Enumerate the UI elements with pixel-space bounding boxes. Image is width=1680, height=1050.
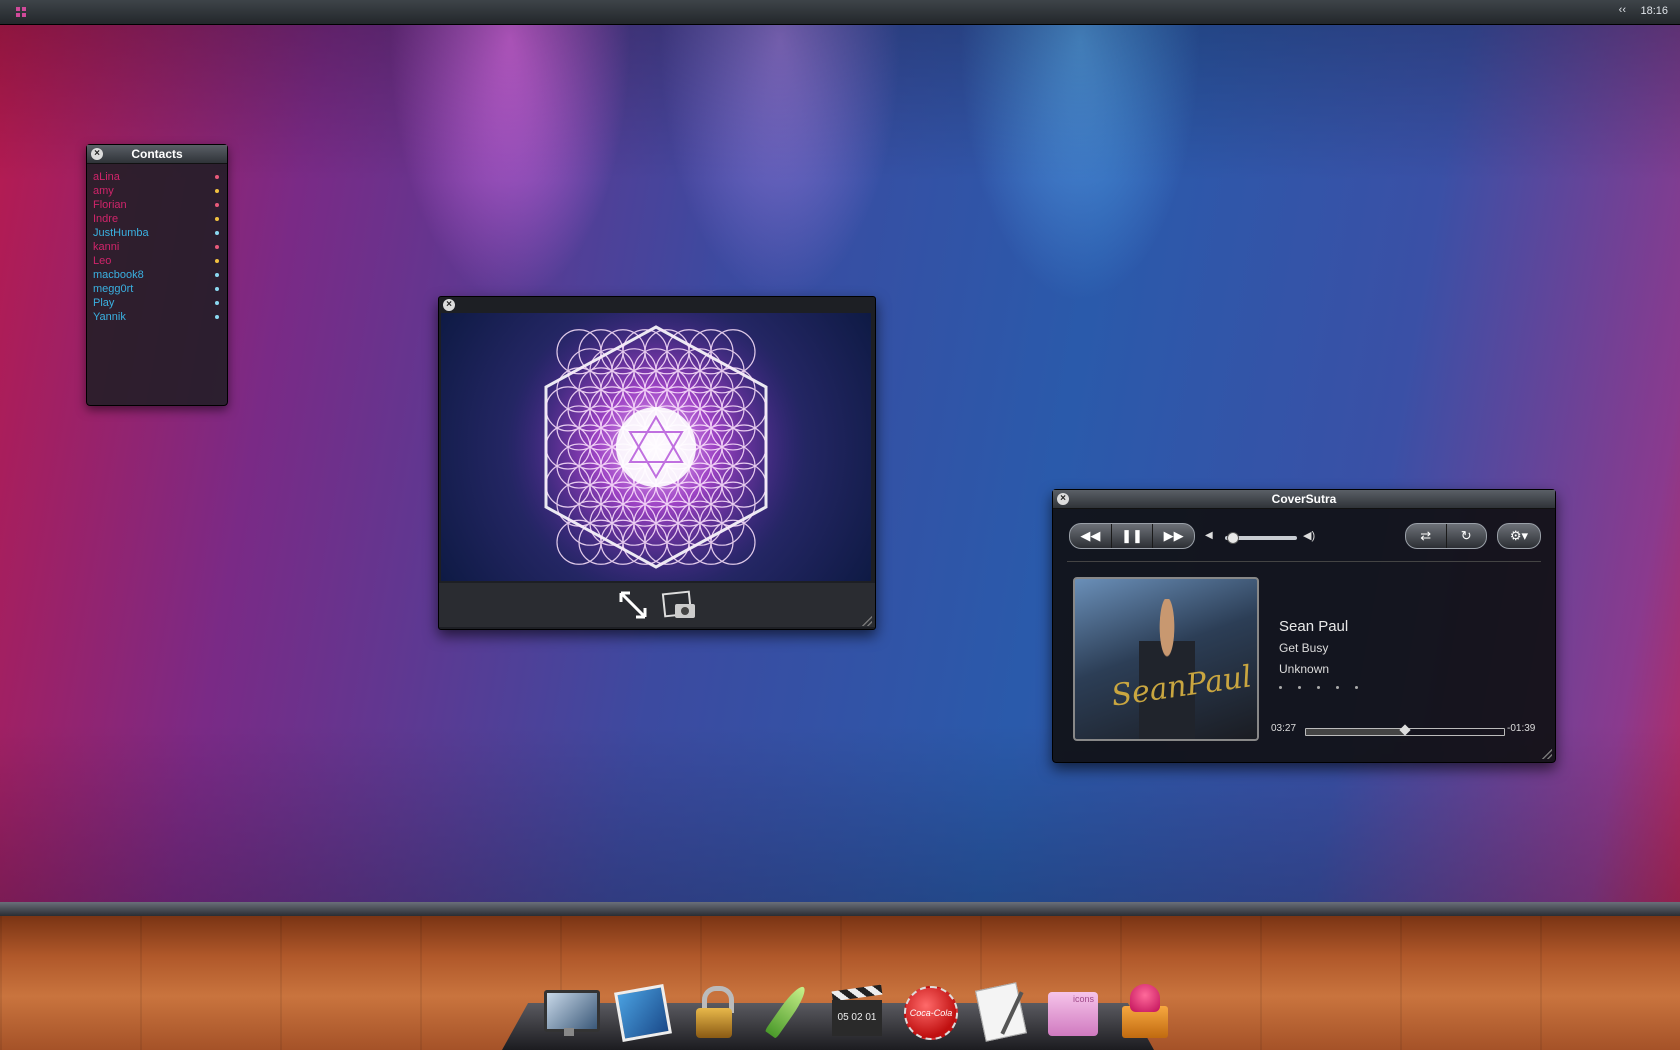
player-title: CoverSutra [1271, 492, 1337, 506]
pause-icon[interactable]: ❚❚ [1112, 524, 1154, 548]
contact-name: amy [93, 185, 114, 197]
contact-item[interactable]: megg0rt [93, 282, 221, 296]
clapperboard-label: 05 02 01 [832, 1000, 882, 1036]
contact-item[interactable]: kanni [93, 240, 221, 254]
menubar-collapse-icon[interactable]: ‹‹ [1619, 4, 1626, 16]
presence-status-icon [215, 245, 219, 249]
gift-heart-icon[interactable] [1116, 980, 1174, 1042]
contact-item[interactable]: Indre [93, 212, 221, 226]
presence-status-icon [215, 203, 219, 207]
wall-ledge [0, 902, 1680, 916]
menubar: ‹‹ 18:16 [0, 0, 1680, 25]
divider [1067, 561, 1541, 562]
rating-dot[interactable] [1317, 686, 1320, 689]
resize-grip[interactable] [862, 616, 872, 626]
volume-low-icon: ◀ [1205, 530, 1213, 541]
contact-name: aLina [93, 171, 120, 183]
progress-fill [1306, 729, 1405, 735]
player-titlebar[interactable]: × CoverSutra [1053, 490, 1555, 509]
contact-name: kanni [93, 241, 120, 253]
dock: 05 02 01 Coca-Cola icons [540, 980, 1174, 1042]
settings-menu: ⚙▾ [1497, 523, 1541, 549]
contacts-panel: × Contacts aLina amy Florian Indre JustHumba… [86, 144, 228, 406]
clapperboard-icon[interactable]: 05 02 01 [828, 980, 886, 1042]
album-art: SeanPaul [1073, 577, 1259, 741]
camera-snapshot-icon[interactable] [661, 589, 697, 621]
contact-name: Indre [93, 213, 119, 225]
presence-status-icon [215, 273, 219, 277]
presence-status-icon [215, 231, 219, 235]
close-icon[interactable]: × [91, 148, 103, 160]
contact-item[interactable]: Play [93, 296, 221, 310]
volume-high-icon: ◀) [1303, 530, 1316, 542]
elapsed-time: 03:27 [1271, 723, 1297, 734]
contact-name: Florian [93, 199, 127, 211]
close-icon[interactable]: × [1057, 493, 1069, 505]
contact-item[interactable]: JustHumba [93, 226, 221, 240]
viewer-toolbar [439, 583, 875, 627]
track-info: Sean Paul Get Busy Unknown [1279, 618, 1348, 683]
expand-arrows-icon[interactable] [617, 589, 649, 621]
rating-dot[interactable] [1336, 686, 1339, 689]
contact-name: Leo [93, 255, 112, 267]
contact-item[interactable]: Florian [93, 198, 221, 212]
contact-item[interactable]: amy [93, 184, 221, 198]
remaining-time: -01:39 [1507, 723, 1536, 734]
presence-status-icon [215, 259, 219, 263]
fast-forward-icon[interactable]: ▶▶ [1153, 524, 1194, 548]
menubar-clock[interactable]: 18:16 [1640, 5, 1668, 17]
coca-cola-label: Coca-Cola [904, 986, 958, 1040]
icons-folder-icon[interactable]: icons [1044, 980, 1102, 1042]
contacts-title: Contacts [131, 147, 183, 161]
monitor-icon[interactable] [540, 980, 600, 1042]
track-title: Get Busy [1279, 641, 1329, 655]
contact-item[interactable]: Leo [93, 254, 221, 268]
progress-bar[interactable] [1305, 724, 1505, 736]
sacred-geometry-image [441, 313, 871, 581]
presence-status-icon [215, 175, 219, 179]
contact-name: Yannik [93, 311, 126, 323]
contact-name: Play [93, 297, 115, 309]
contacts-titlebar[interactable]: × Contacts [87, 145, 227, 164]
rating-dot[interactable] [1279, 686, 1282, 689]
textedit-icon[interactable] [972, 980, 1030, 1042]
image-viewer-panel: × [438, 296, 876, 630]
shuffle-icon[interactable]: ⇄ [1406, 524, 1447, 548]
photos-icon[interactable] [612, 980, 672, 1042]
presence-status-icon [215, 217, 219, 221]
contact-item[interactable]: aLina [93, 170, 221, 184]
rewind-icon[interactable]: ◀◀ [1070, 524, 1112, 548]
app-grid-icon[interactable] [16, 7, 26, 17]
gear-icon[interactable]: ⚙▾ [1498, 524, 1540, 548]
presence-status-icon [215, 301, 219, 305]
coca-cola-cap-icon[interactable]: Coca-Cola [900, 980, 958, 1042]
padlock-icon[interactable] [684, 980, 742, 1042]
quill-icon[interactable] [756, 980, 814, 1042]
contact-name: macbook8 [93, 269, 144, 281]
coversutra-player: × CoverSutra ◀◀ ❚❚ ▶▶ ◀ ◀) ⇄ ↻ ⚙▾ SeanPa… [1052, 489, 1556, 763]
contact-item[interactable]: Yannik [93, 310, 221, 324]
rating-dot[interactable] [1298, 686, 1301, 689]
repeat-icon[interactable]: ↻ [1447, 524, 1487, 548]
volume-slider[interactable] [1225, 532, 1297, 544]
presence-status-icon [215, 315, 219, 319]
volume-knob[interactable] [1226, 532, 1239, 544]
playback-mode-controls: ⇄ ↻ [1405, 523, 1487, 549]
presence-status-icon [215, 287, 219, 291]
contact-name: megg0rt [93, 283, 134, 295]
contact-item[interactable]: macbook8 [93, 268, 221, 282]
contact-name: JustHumba [93, 227, 149, 239]
resize-grip[interactable] [1542, 749, 1552, 759]
transport-controls: ◀◀ ❚❚ ▶▶ [1069, 523, 1195, 549]
presence-status-icon [215, 189, 219, 193]
artist-name: Sean Paul [1279, 618, 1349, 635]
close-icon[interactable]: × [443, 299, 455, 311]
rating-dot[interactable] [1355, 686, 1358, 689]
album-name: Unknown [1279, 662, 1330, 676]
star-rating[interactable] [1279, 686, 1358, 689]
icons-folder-label: icons [1048, 992, 1098, 1036]
contact-list: aLina amy Florian Indre JustHumba kanni Leo mac… [87, 170, 227, 324]
